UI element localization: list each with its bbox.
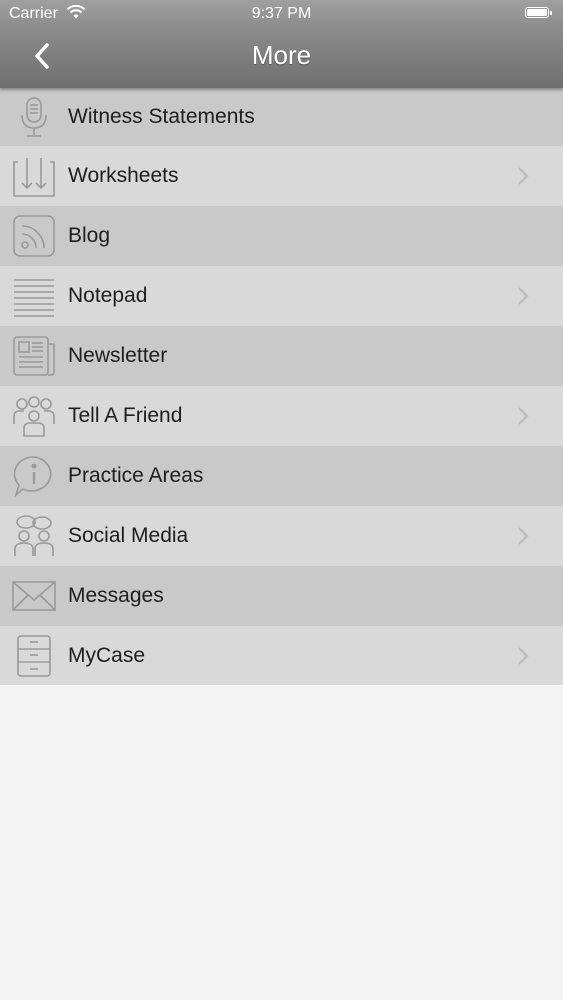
- menu-item-messages[interactable]: Messages: [0, 566, 563, 626]
- file-cabinet-icon: [12, 634, 56, 678]
- menu-item-label: Blog: [68, 224, 111, 247]
- menu-item-label: Notepad: [68, 284, 148, 307]
- envelope-icon: [12, 574, 56, 618]
- chevron-right-icon: [518, 167, 529, 185]
- menu-item-tell-a-friend[interactable]: Tell A Friend: [0, 386, 563, 446]
- menu-item-witness-statements[interactable]: Witness Statements: [0, 88, 563, 146]
- menu-item-newsletter[interactable]: Newsletter: [0, 326, 563, 386]
- chevron-right-icon: [518, 527, 529, 545]
- notepad-lines-icon: [12, 274, 56, 318]
- status-time: 9:37 PM: [251, 5, 312, 22]
- menu-item-practice-areas[interactable]: Practice Areas: [0, 446, 563, 506]
- microphone-icon: [12, 95, 56, 139]
- menu-item-label: Practice Areas: [68, 464, 204, 487]
- status-bar: Carrier 9:37 PM: [0, 0, 563, 28]
- navigation-bar: Carrier 9:37 PM More: [0, 0, 563, 88]
- menu-item-label: Tell A Friend: [68, 404, 183, 427]
- page-title: More: [251, 40, 312, 70]
- menu-item-label: MyCase: [68, 644, 146, 667]
- info-bubble-icon: [12, 454, 56, 498]
- rss-icon: [12, 214, 56, 258]
- menu-item-notepad[interactable]: Notepad: [0, 266, 563, 326]
- menu-item-label: Messages: [68, 584, 164, 607]
- menu-item-mycase[interactable]: MyCase: [0, 626, 563, 686]
- menu-item-label: Worksheets: [68, 164, 179, 187]
- chevron-right-icon: [518, 647, 529, 665]
- menu-item-label: Witness Statements: [68, 105, 255, 128]
- battery-icon: [525, 7, 552, 18]
- people-icon: [12, 394, 56, 438]
- menu-item-label: Newsletter: [68, 344, 168, 367]
- menu-item-worksheets[interactable]: Worksheets: [0, 146, 563, 206]
- menu-item-social-media[interactable]: Social Media: [0, 506, 563, 566]
- chevron-right-icon: [518, 287, 529, 305]
- download-arrows-icon: [12, 154, 56, 198]
- chat-people-icon: [12, 514, 56, 558]
- newspaper-icon: [12, 334, 56, 378]
- menu-item-label: Social Media: [68, 524, 189, 547]
- menu-item-blog[interactable]: Blog: [0, 206, 563, 266]
- empty-background: [0, 685, 563, 1000]
- chevron-right-icon: [518, 407, 529, 425]
- more-menu-list: Witness Statements Worksheets Blog Notep…: [0, 88, 563, 686]
